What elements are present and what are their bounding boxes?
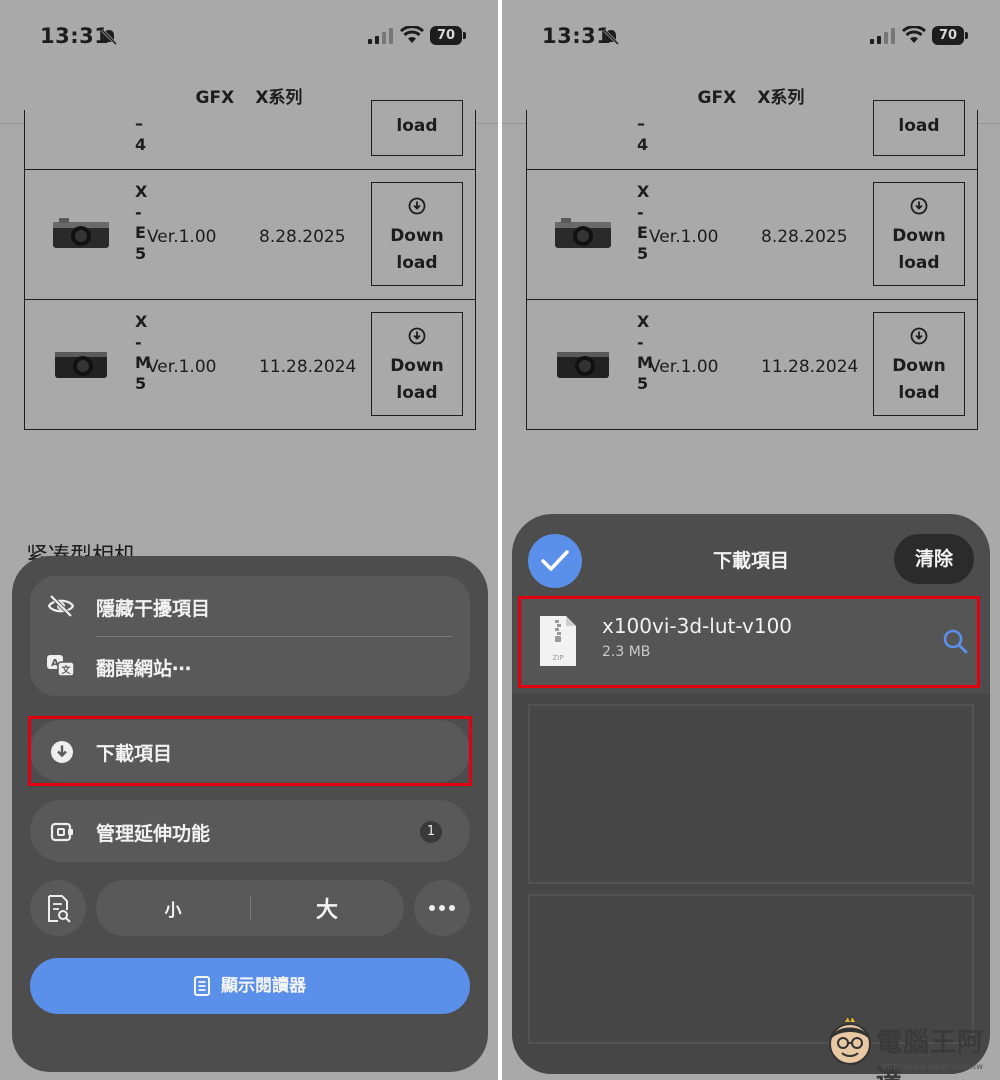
table-row: – 4 load [24, 100, 476, 170]
firmware-table: – 4 load X - E 5 Ver.1.00 8.28.2025 Down… [526, 100, 978, 430]
firmware-version: Ver.1.00 [649, 227, 719, 247]
site-watermark: 電腦王阿達 http://www.kocpc.com.tw [824, 1010, 992, 1080]
reader-page-button[interactable] [30, 880, 86, 936]
status-bar: 13:31 70 [502, 0, 1000, 72]
cellular-signal-icon [368, 28, 393, 44]
firmware-version: Ver.1.00 [147, 357, 217, 377]
download-button[interactable]: Down load [371, 312, 463, 416]
model-name: – 4 [135, 114, 147, 154]
text-size-control: 小 大 [96, 880, 404, 936]
hide-distractions-item[interactable]: 隱藏干擾項目 [30, 576, 470, 636]
table-row: X - M 5 Ver.1.00 11.28.2024 Down load [526, 300, 978, 430]
reader-icon [193, 976, 210, 996]
text-smaller-button[interactable]: 小 [96, 896, 250, 921]
release-date: 8.28.2025 [259, 227, 346, 247]
bell-slash-icon [100, 28, 118, 46]
release-date: 11.28.2024 [259, 357, 357, 377]
right-screenshot: 13:31 70 GFX X系列 – 4 load X - E 5 Ver.1.… [502, 0, 1000, 1080]
text-larger-button[interactable]: 大 [250, 892, 404, 924]
downloads-panel: 下載項目 清除 ZIP x100vi-3d-lut-v100 2.3 MB [512, 514, 990, 1074]
table-row: X - E 5 Ver.1.00 8.28.2025 Down load [526, 170, 978, 300]
table-row: – 4 load [526, 100, 978, 170]
model-name: X - E 5 [135, 182, 148, 263]
table-row: X - E 5 Ver.1.00 8.28.2025 Down load [24, 170, 476, 300]
highlight-box [518, 596, 980, 688]
bell-slash-icon [602, 28, 620, 46]
download-circle-icon [408, 197, 426, 215]
page-menu-sheet: 隱藏干擾項目 A文 翻譯網站⋯ 下載項目 管理延伸功能 1 小 大 顯示閱讀器 [12, 556, 488, 1072]
watermark-url: http://www.kocpc.com.tw [882, 1062, 983, 1071]
download-button[interactable]: load [371, 100, 463, 156]
release-date: 11.28.2024 [761, 357, 859, 377]
more-options-button[interactable] [414, 880, 470, 936]
wifi-icon [400, 26, 424, 43]
translate-site-item[interactable]: A文 翻譯網站⋯ [30, 636, 470, 696]
download-button[interactable]: Down load [873, 312, 965, 416]
svg-text:文: 文 [60, 664, 71, 676]
status-bar: 13:31 70 [0, 0, 498, 72]
status-time: 13:31 [542, 24, 612, 48]
ellipsis-icon [429, 905, 455, 911]
model-name: X - M 5 [135, 312, 151, 393]
download-circle-icon [408, 327, 426, 345]
blurred-row [528, 704, 974, 884]
highlight-box [28, 716, 472, 786]
manage-extensions-item[interactable]: 管理延伸功能 1 [30, 800, 470, 862]
camera-x-m5-image [557, 352, 609, 378]
firmware-version: Ver.1.00 [147, 227, 217, 247]
download-circle-icon [910, 197, 928, 215]
firmware-version: Ver.1.00 [649, 357, 719, 377]
camera-x-m5-image [55, 352, 107, 378]
download-circle-icon [910, 327, 928, 345]
menu-group: 隱藏干擾項目 A文 翻譯網站⋯ [30, 576, 470, 696]
table-row: X - M 5 Ver.1.00 11.28.2024 Down load [24, 300, 476, 430]
clear-button[interactable]: 清除 [894, 534, 974, 584]
extension-icon [50, 822, 73, 842]
model-name: X - E 5 [637, 182, 650, 263]
show-reader-button[interactable]: 顯示閱讀器 [30, 958, 470, 1014]
firmware-table: – 4 load X - E 5 Ver.1.00 8.28.2025 Down… [24, 100, 476, 430]
status-time: 13:31 [40, 24, 110, 48]
watermark-text: 電腦王阿達 [876, 1028, 985, 1080]
battery-indicator: 70 [932, 26, 968, 45]
mascot-logo-icon [829, 1016, 871, 1065]
release-date: 8.28.2025 [761, 227, 848, 247]
translate-icon: A文 [47, 655, 75, 677]
battery-indicator: 70 [430, 26, 466, 45]
cellular-signal-icon [870, 28, 895, 44]
download-button[interactable]: load [873, 100, 965, 156]
wifi-icon [902, 26, 926, 43]
download-button[interactable]: Down load [371, 182, 463, 286]
camera-x-e5-image [555, 218, 611, 248]
download-button[interactable]: Down load [873, 182, 965, 286]
model-name: X - M 5 [637, 312, 653, 393]
eye-slash-icon [47, 594, 75, 618]
model-name: – 4 [637, 114, 649, 154]
extensions-count-badge: 1 [420, 821, 442, 843]
camera-x-e5-image [53, 218, 109, 248]
page-search-icon [48, 895, 71, 923]
left-screenshot: 13:31 70 GFX X系列 – 4 load X - E 5 Ver.1.… [0, 0, 498, 1080]
